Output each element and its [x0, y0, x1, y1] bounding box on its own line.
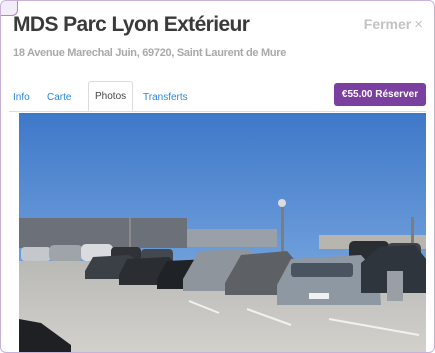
lamp-head — [278, 199, 286, 207]
parking-photo — [19, 113, 426, 352]
lamp-post-left — [129, 217, 131, 247]
tab-photos[interactable]: Photos — [88, 81, 134, 111]
tab-carte[interactable]: Carte — [47, 92, 71, 103]
address-text: 18 Avenue Marechal Juin, 69720, Saint La… — [13, 47, 287, 59]
parking-details-modal: MDS Parc Lyon Extérieur Fermer × 18 Avenu… — [0, 0, 435, 353]
tab-transferts[interactable]: Transferts — [143, 92, 188, 103]
close-label: Fermer — [363, 16, 412, 32]
close-icon: × — [414, 16, 423, 33]
reserve-button[interactable]: €55.00 Réserver — [334, 83, 426, 106]
modal-title: MDS Parc Lyon Extérieur — [13, 13, 250, 36]
close-button[interactable]: Fermer × — [364, 16, 423, 33]
tab-info[interactable]: Info — [13, 92, 30, 103]
building-right — [187, 229, 277, 247]
parking-lot-image — [19, 113, 426, 352]
building — [19, 218, 187, 248]
